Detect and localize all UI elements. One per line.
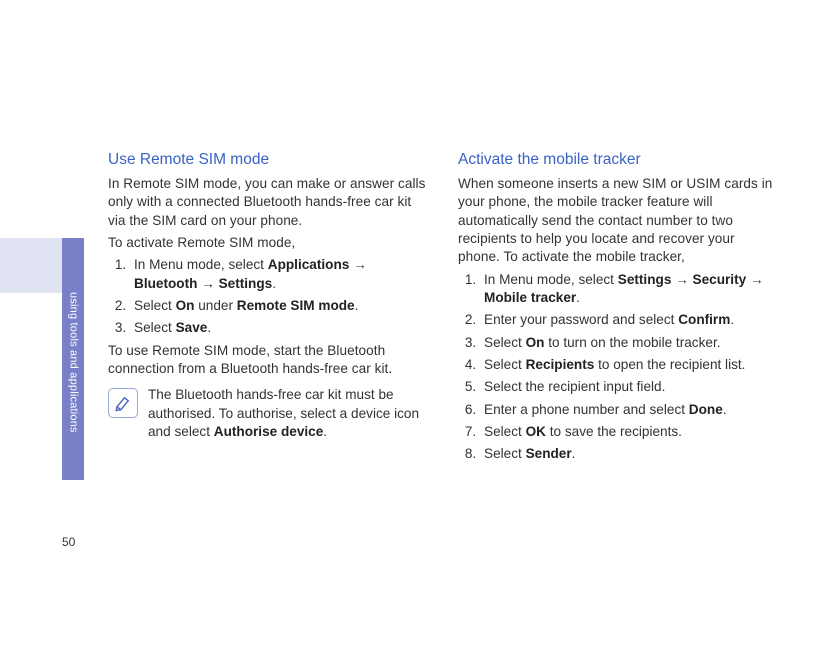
text: Select [134,298,176,313]
sidebar-accent-block [0,238,62,293]
arrow-icon: → [197,276,218,291]
bold: Settings [618,272,672,287]
text: . [730,312,734,327]
bold: Settings [219,276,273,291]
text: . [323,424,327,439]
section-heading-mobile-tracker: Activate the mobile tracker [458,150,778,171]
note-icon [108,388,138,418]
text: In Menu mode, select [484,272,618,287]
text: to open the recipient list. [594,357,745,372]
bold: Mobile tracker [484,290,576,305]
step-2: Enter your password and select Confirm. [480,311,778,329]
post-steps-remote-sim: To use Remote SIM mode, start the Blueto… [108,342,428,379]
text: . [576,290,580,305]
intro-mobile-tracker: When someone inserts a new SIM or USIM c… [458,175,778,267]
step-6: Enter a phone number and select Done. [480,401,778,419]
text: Select [484,424,526,439]
text: . [355,298,359,313]
text: Select [484,357,526,372]
step-3: Select On to turn on the mobile tracker. [480,334,778,352]
bold: Done [689,402,723,417]
bold: Recipients [526,357,595,372]
step-4: Select Recipients to open the recipient … [480,356,778,374]
pre-steps-remote-sim: To activate Remote SIM mode, [108,234,428,252]
text: Enter your password and select [484,312,678,327]
steps-mobile-tracker: In Menu mode, select Settings → Security… [458,271,778,464]
bold: On [176,298,195,313]
intro-remote-sim: In Remote SIM mode, you can make or answ… [108,175,428,230]
text: Select [134,320,176,335]
left-column: Use Remote SIM mode In Remote SIM mode, … [108,150,428,468]
text: Select the recipient input field. [484,379,665,394]
text: Enter a phone number and select [484,402,689,417]
text: In Menu mode, select [134,257,268,272]
bold: Save [176,320,208,335]
text: to turn on the mobile tracker. [544,335,720,350]
text: Select [484,335,526,350]
bold: Security [693,272,747,287]
bold: Authorise device [214,424,324,439]
note-text: The Bluetooth hands-free car kit must be… [148,386,428,441]
step-1: In Menu mode, select Settings → Security… [480,271,778,308]
step-2: Select On under Remote SIM mode. [130,297,428,315]
bold: Bluetooth [134,276,197,291]
manual-page: using tools and applications 50 Use Remo… [0,0,816,650]
bold: Confirm [678,312,730,327]
step-7: Select OK to save the recipients. [480,423,778,441]
content-area: Use Remote SIM mode In Remote SIM mode, … [108,150,778,468]
section-heading-remote-sim: Use Remote SIM mode [108,150,428,171]
arrow-icon: → [746,272,763,287]
text: to save the recipients. [546,424,682,439]
step-1: In Menu mode, select Applications → Blue… [130,256,428,293]
steps-remote-sim: In Menu mode, select Applications → Blue… [108,256,428,337]
text: . [207,320,211,335]
step-5: Select the recipient input field. [480,378,778,396]
text: . [572,446,576,461]
text: under [194,298,236,313]
text: . [723,402,727,417]
page-number: 50 [62,534,75,550]
bold: OK [526,424,546,439]
sidebar-chapter-label: using tools and applications [62,286,84,492]
right-column: Activate the mobile tracker When someone… [458,150,778,468]
step-3: Select Save. [130,319,428,337]
arrow-icon: → [671,272,692,287]
text: . [272,276,276,291]
note-box: The Bluetooth hands-free car kit must be… [108,386,428,441]
text: Select [484,446,526,461]
step-8: Select Sender. [480,445,778,463]
bold: Applications [268,257,350,272]
bold: Remote SIM mode [237,298,355,313]
bold: On [526,335,545,350]
bold: Sender [526,446,572,461]
arrow-icon: → [349,257,366,272]
